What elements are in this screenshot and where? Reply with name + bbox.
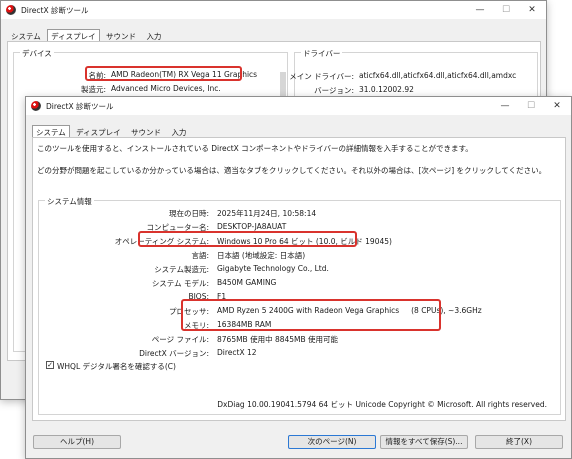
back-window-title: DirectX 診断ツール — [21, 6, 89, 15]
back-version-value: 31.0.12002.92 — [359, 85, 414, 94]
directx-version-label: DirectX バージョン: — [139, 349, 209, 358]
save-all-button[interactable]: 情報をすべて保存(S)... — [380, 435, 468, 449]
close-icon[interactable]: ✕ — [545, 98, 569, 114]
whql-label[interactable]: WHQL デジタル署名を確認する(C) — [57, 361, 176, 372]
dxdiag-app-icon — [6, 5, 16, 15]
language-value: 日本語 (地域設定: 日本語) — [217, 251, 306, 260]
minimize-icon[interactable]: — — [493, 98, 517, 114]
next-page-button[interactable]: 次のページ(N) — [288, 435, 376, 449]
directx-version-value: DirectX 12 — [217, 348, 257, 357]
os-highlight-box — [138, 231, 357, 247]
back-maker-value: Advanced Micro Devices, Inc. — [111, 84, 221, 93]
back-titlebar: DirectX 診断ツール — ☐ ✕ — [1, 1, 546, 19]
maximize-icon[interactable]: ☐ — [494, 2, 518, 18]
system-maker-value: Gigabyte Technology Co., Ltd. — [217, 264, 329, 273]
dxdiag-app-icon — [31, 101, 41, 111]
close-icon[interactable]: ✕ — [520, 2, 544, 18]
back-version-label: バージョン: — [314, 86, 354, 95]
back-main-driver-label: メイン ドライバー: — [289, 72, 354, 81]
computer-name-value: DESKTOP-JA8AUAT — [217, 222, 287, 231]
language-label: 言語: — [191, 251, 209, 260]
cpu-memory-highlight-box — [181, 299, 441, 331]
whql-checkbox[interactable]: ✓ — [46, 361, 54, 369]
page-file-value: 8765MB 使用中 8845MB 使用可能 — [217, 335, 339, 344]
exit-button[interactable]: 終了(X) — [475, 435, 563, 449]
system-maker-label: システム製造元: — [154, 265, 209, 274]
intro-text-1: このツールを使用すると、インストールされている DirectX コンポーネントや… — [37, 144, 473, 153]
system-model-label: システム モデル: — [151, 279, 209, 288]
minimize-icon[interactable]: — — [468, 2, 492, 18]
datetime-value: 2025年11月24日, 10:58:14 — [217, 209, 317, 218]
dxdiag-version-info: DxDiag 10.00.19041.5794 64 ビット Unicode C… — [217, 400, 547, 409]
back-maker-label: 製造元: — [80, 85, 106, 94]
intro-text-2: どの分野が問題を起こしているか分かっている場合は、適当なタブをクリックしてくださ… — [37, 166, 547, 175]
maximize-icon[interactable]: ☐ — [519, 98, 543, 114]
front-window: DirectX 診断ツール — ☐ ✕ システム ディスプレイ サウンド 入力 … — [25, 96, 572, 459]
system-info-label: システム情報 — [45, 196, 94, 207]
front-window-title: DirectX 診断ツール — [46, 102, 114, 111]
name-highlight-box — [85, 66, 242, 81]
page-file-label: ページ ファイル: — [151, 335, 209, 344]
driver-group-label: ドライバー — [301, 48, 343, 59]
front-titlebar: DirectX 診断ツール — ☐ ✕ — [26, 97, 571, 115]
datetime-label: 現在の日時: — [168, 209, 209, 218]
system-model-value: B450M GAMING — [217, 278, 277, 287]
device-group-label: デバイス — [20, 48, 54, 59]
back-main-driver-value: aticfx64.dll,aticfx64.dll,aticfx64.dll,a… — [359, 71, 517, 80]
help-button[interactable]: ヘルプ(H) — [33, 435, 121, 449]
system-tab-panel: このツールを使用すると、インストールされている DirectX コンポーネントや… — [32, 137, 566, 421]
